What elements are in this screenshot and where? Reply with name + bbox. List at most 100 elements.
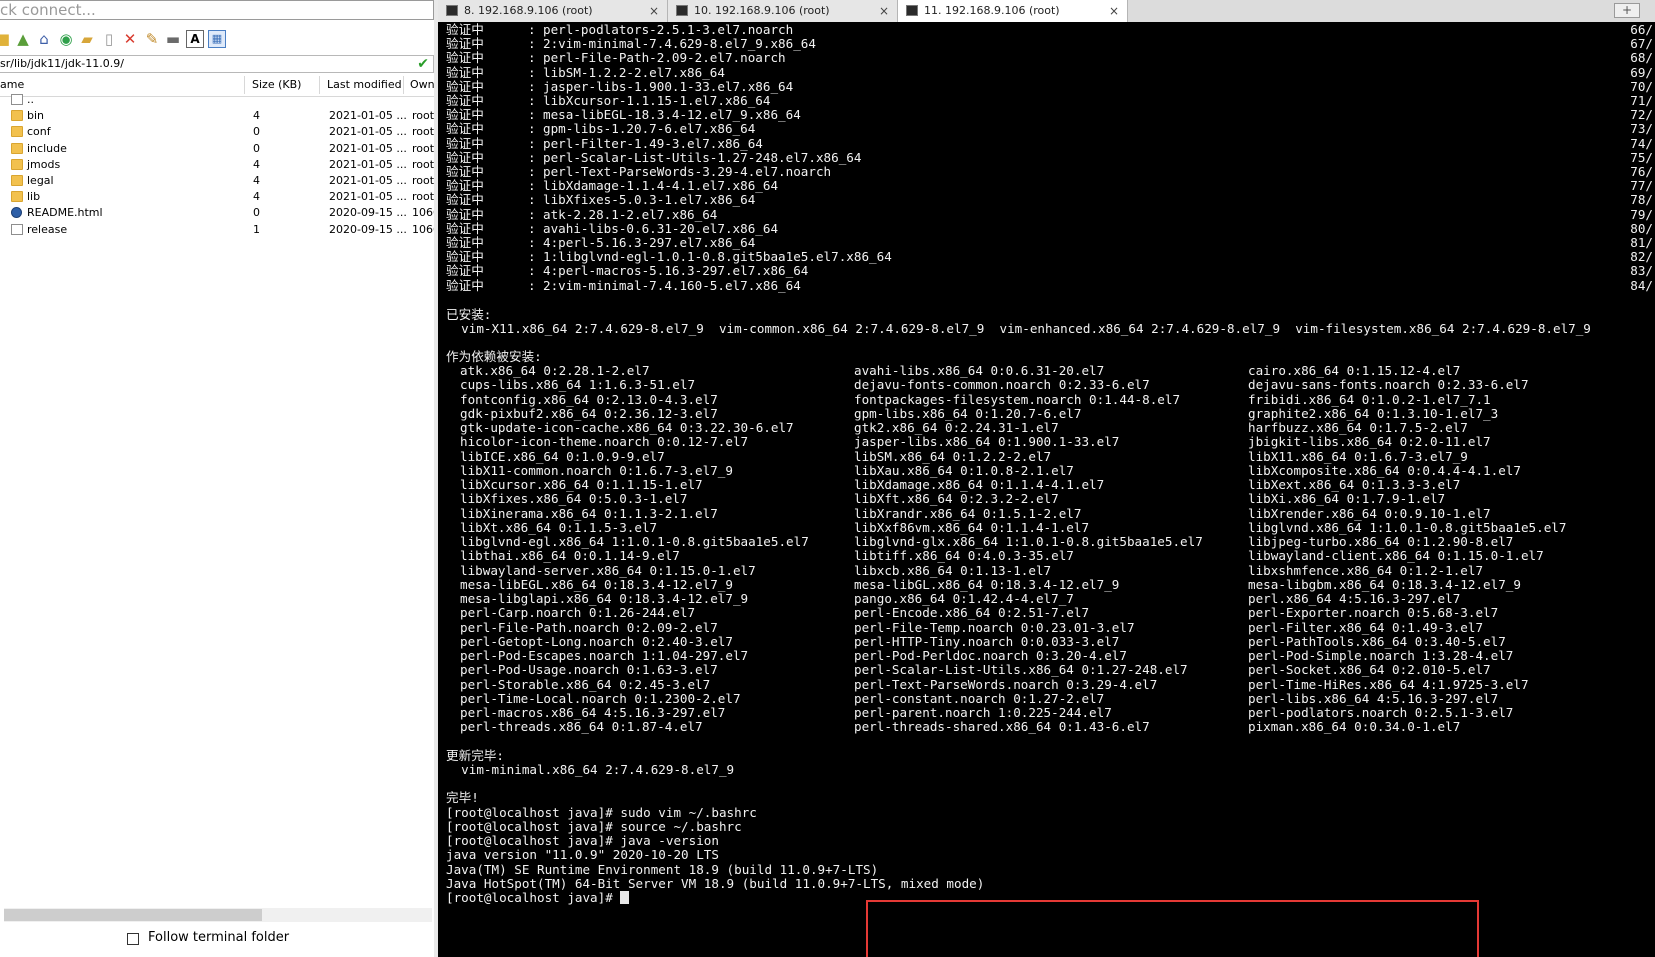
- verify-package: 2:vim-minimal-7.4.160-5.el7.x86_64: [543, 277, 801, 293]
- quick-connect-input[interactable]: ck connect...: [0, 0, 434, 20]
- verify-separator: :: [528, 206, 536, 222]
- dependency-item: graphite2.x86_64 0:1.3.10-1.el7_3: [1248, 405, 1499, 421]
- verify-package: libXdamage-1.1.4-4.1.el7.x86_64: [543, 178, 779, 194]
- open-folder-icon[interactable]: ▰: [78, 30, 96, 48]
- file-modified: 2021-01-05 ...: [329, 109, 407, 123]
- tab-session-11[interactable]: 11. 192.168.9.106 (root) ×: [898, 0, 1128, 22]
- verify-separator: :: [528, 178, 536, 194]
- view-icon[interactable]: ▦: [208, 30, 226, 48]
- verify-separator: :: [528, 164, 536, 179]
- dependency-item: gdk-pixbuf2.x86_64 0:2.36.12-3.el7: [460, 405, 718, 421]
- verify-package: perl-Text-ParseWords-3.29-4.el7.noarch: [543, 164, 832, 179]
- refresh-icon[interactable]: ◉: [57, 30, 75, 48]
- dependency-item: gpm-libs.x86_64 0:1.20.7-6.el7: [854, 405, 1082, 421]
- verify-separator: :: [528, 107, 536, 123]
- horizontal-scrollbar[interactable]: [4, 908, 432, 922]
- file-name: conf: [27, 125, 51, 139]
- verify-separator: :: [528, 263, 536, 279]
- file-owner: root: [412, 109, 435, 123]
- dependency-item: perl-macros.x86_64 4:5.16.3-297.el7: [460, 705, 726, 720]
- verify-label: 验证中: [446, 107, 484, 123]
- highlight-box: [866, 900, 1479, 957]
- close-icon[interactable]: ×: [649, 0, 659, 22]
- file-row[interactable]: include 0 2021-01-05 ... root: [0, 141, 438, 157]
- verify-count: 75/: [1630, 149, 1653, 165]
- dependency-item: jbigkit-libs.x86_64 0:2.0-11.el7: [1248, 434, 1491, 450]
- file-row[interactable]: bin 4 2021-01-05 ... root: [0, 108, 438, 124]
- tab-session-8[interactable]: 8. 192.168.9.106 (root) ×: [438, 0, 668, 22]
- verify-label: 验证中: [446, 22, 484, 37]
- verify-package: libSM-1.2.2-2.el7.x86_64: [543, 64, 725, 80]
- delete-icon[interactable]: ✕: [121, 30, 139, 48]
- font-icon[interactable]: A: [186, 30, 204, 48]
- dependency-item: libthai.x86_64 0:0.1.14-9.el7: [460, 548, 680, 564]
- dependency-item: perl-podlators.noarch 0:2.5.1-3.el7: [1248, 705, 1514, 720]
- dependency-item: gtk-update-icon-cache.x86_64 0:3.22.30-6…: [460, 420, 794, 435]
- dependency-item: perl-Pod-Perldoc.noarch 0:3.20-4.el7: [854, 648, 1127, 663]
- home-icon[interactable]: ⌂: [35, 30, 53, 48]
- folder-icon: [11, 191, 23, 203]
- verify-count: 70/: [1630, 78, 1653, 94]
- verify-separator: :: [528, 235, 536, 250]
- verify-separator: :: [528, 135, 536, 151]
- verify-separator: :: [528, 36, 536, 52]
- verify-count: 78/: [1630, 192, 1653, 208]
- dependency-item: libglvnd.x86_64 1:1.0.1-0.8.git5baa1e5.e…: [1248, 519, 1567, 535]
- new-tab-button[interactable]: +: [1614, 3, 1640, 18]
- follow-terminal-checkbox[interactable]: [127, 933, 139, 945]
- dependency-item: libXinerama.x86_64 0:1.1.3-2.1.el7: [460, 505, 718, 521]
- file-size: 4: [253, 190, 260, 204]
- tab-session-10[interactable]: 10. 192.168.9.106 (root) ×: [668, 0, 898, 22]
- dependency-item: dejavu-fonts-common.noarch 0:2.33-6.el7: [854, 377, 1150, 393]
- terminal[interactable]: 验证中 perl-podlators-2.5.1-3.el7.noarch 66/验…: [438, 22, 1655, 957]
- file-name: lib: [27, 190, 41, 204]
- sftp-toolbar: ■ ▲ ⌂ ◉ ▰ ▯ ✕ ✎ ▬ A ▦: [0, 26, 438, 54]
- dependency-item: perl-threads-shared.x86_64 0:1.43-6.el7: [854, 719, 1150, 735]
- verify-package: 1:libglvnd-egl-1.0.1-0.8.git5baa1e5.el7.…: [543, 249, 892, 265]
- dependency-item: libXrandr.x86_64 0:1.5.1-2.el7: [854, 505, 1082, 521]
- file-owner: root: [412, 173, 435, 187]
- folder-icon: [11, 174, 23, 186]
- dependency-item: perl-File-Temp.noarch 0:0.23.01-3.el7: [854, 619, 1135, 635]
- file-row[interactable]: README.html 0 2020-09-15 ... 1066: [0, 205, 438, 221]
- file-row[interactable]: release 1 2020-09-15 ... 1066: [0, 222, 438, 238]
- verify-label: 验证中: [446, 121, 484, 137]
- verify-count: 68/: [1630, 50, 1653, 66]
- dependency-item: libXext.x86_64 0:1.3.3-3.el7: [1248, 477, 1461, 492]
- verify-count: 76/: [1630, 164, 1653, 179]
- verify-package: gpm-libs-1.20.7-6.el7.x86_64: [543, 121, 756, 137]
- folder-icon[interactable]: ■: [0, 30, 12, 48]
- tools-icon[interactable]: ✎: [143, 30, 161, 48]
- verify-package: perl-podlators-2.5.1-3.el7.noarch: [543, 22, 794, 37]
- file-row[interactable]: legal 4 2021-01-05 ... root: [0, 173, 438, 189]
- close-icon[interactable]: ×: [1109, 0, 1119, 22]
- file-name: release: [27, 222, 68, 236]
- path-input[interactable]: sr/lib/jdk11/jdk-11.0.9/ ✔: [0, 55, 434, 73]
- dependency-item: cups-libs.x86_64 1:1.6.3-51.el7: [460, 377, 696, 393]
- dependency-item: perl-Exporter.noarch 0:5.68-3.el7: [1248, 605, 1499, 621]
- verify-label: 验证中: [446, 135, 484, 151]
- upload-icon[interactable]: ▲: [14, 30, 32, 48]
- file-row[interactable]: lib 4 2021-01-05 ... root: [0, 189, 438, 205]
- dependency-item: mesa-libgbm.x86_64 0:18.3.4-12.el7_9: [1248, 576, 1521, 592]
- dependency-item: libjpeg-turbo.x86_64 0:1.2.90-8.el7: [1248, 534, 1514, 549]
- checkmark-icon[interactable]: ✔: [417, 56, 429, 72]
- dependency-item: gtk2.x86_64 0:2.24.31-1.el7: [854, 420, 1059, 435]
- terminal-icon[interactable]: ▬: [164, 30, 182, 48]
- dependency-item: mesa-libGL.x86_64 0:18.3.4-12.el7_9: [854, 576, 1120, 592]
- dependency-item: libwayland-server.x86_64 0:1.15.0-1.el7: [460, 562, 756, 578]
- file-row[interactable]: ..: [0, 92, 438, 108]
- deps-heading: 作为依赖被安装:: [446, 349, 542, 364]
- new-file-icon[interactable]: ▯: [100, 30, 118, 48]
- file-row[interactable]: conf 0 2021-01-05 ... root: [0, 124, 438, 140]
- verify-count: 77/: [1630, 178, 1653, 194]
- close-icon[interactable]: ×: [879, 0, 889, 22]
- verify-label: 验证中: [446, 263, 484, 279]
- installed-heading: 已安装:: [446, 307, 492, 322]
- scrollbar-thumb[interactable]: [4, 909, 262, 921]
- verify-label: 验证中: [446, 64, 484, 80]
- dependency-item: perl-Encode.x86_64 0:2.51-7.el7: [854, 605, 1090, 621]
- dependency-item: libX11-common.noarch 0:1.6.7-3.el7_9: [460, 462, 733, 478]
- file-row[interactable]: jmods 4 2021-01-05 ... root: [0, 157, 438, 173]
- file-owner: root: [412, 190, 435, 204]
